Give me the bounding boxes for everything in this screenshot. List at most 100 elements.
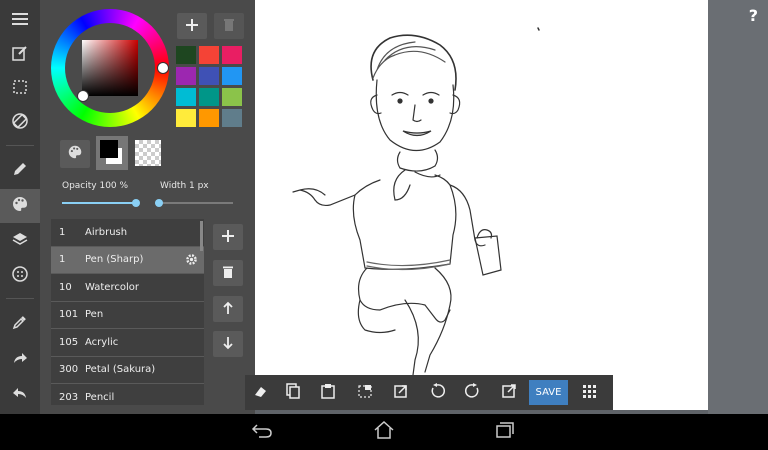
saturation-value-square[interactable] xyxy=(82,40,138,96)
app-window: Opacity 100 % Width 1 px 1 Airbrush 1 Pen (… xyxy=(0,0,768,414)
rotate-right-icon xyxy=(465,383,481,403)
transparent-color-button[interactable] xyxy=(135,140,161,166)
color-knob[interactable] xyxy=(77,90,89,102)
color-palette-button[interactable] xyxy=(60,140,90,168)
pen-tool-button[interactable] xyxy=(0,154,40,188)
undo-button[interactable] xyxy=(0,377,40,411)
brush-name: Airbrush xyxy=(85,226,128,238)
width-slider-knob[interactable] xyxy=(155,199,163,207)
recent-apps-button[interactable] xyxy=(490,420,520,444)
deselect-button[interactable] xyxy=(353,381,377,405)
width-slider-track xyxy=(155,202,233,204)
opacity-slider[interactable] xyxy=(62,197,140,209)
home-button[interactable] xyxy=(369,420,399,444)
palette-tool-button[interactable] xyxy=(0,189,40,223)
grid-menu-button[interactable] xyxy=(578,381,602,405)
color-swatch[interactable] xyxy=(222,46,242,64)
color-swatch[interactable] xyxy=(199,67,219,85)
export-button[interactable] xyxy=(497,381,521,405)
color-swatch[interactable] xyxy=(176,88,196,106)
add-color-button[interactable] xyxy=(177,13,207,39)
undo-icon xyxy=(12,385,28,404)
save-button[interactable]: SAVE xyxy=(529,380,568,405)
brush-name: Pencil xyxy=(85,391,115,403)
add-brush-button[interactable] xyxy=(213,224,243,250)
color-swatch[interactable] xyxy=(176,46,196,64)
transform-button[interactable] xyxy=(0,106,40,140)
back-button[interactable] xyxy=(247,420,277,444)
copy-icon xyxy=(285,383,301,403)
width-slider[interactable] xyxy=(155,197,235,209)
brush-size: 10 xyxy=(59,281,72,293)
brush-list-item[interactable]: 1 Airbrush xyxy=(51,219,204,247)
transfer-button[interactable] xyxy=(389,381,413,405)
brush-list-item[interactable]: 101 Pen xyxy=(51,301,204,329)
brush-size: 1 xyxy=(59,254,66,266)
move-brush-up-button[interactable] xyxy=(213,296,243,322)
new-canvas-button[interactable] xyxy=(0,38,40,72)
redo-icon xyxy=(12,350,28,369)
layers-icon xyxy=(12,231,28,251)
help-button[interactable]: ? xyxy=(749,6,758,25)
material-button[interactable] xyxy=(0,259,40,293)
brush-size: 1 xyxy=(59,226,66,238)
brush-name: Acrylic xyxy=(85,336,119,348)
selection-button[interactable] xyxy=(0,72,40,106)
brush-list-item[interactable]: 300 Petal (Sakura) xyxy=(51,356,204,384)
transfer-icon xyxy=(393,383,409,403)
brush-list-item[interactable]: 105 Acrylic xyxy=(51,329,204,357)
color-swatch[interactable] xyxy=(199,88,219,106)
drawing-canvas[interactable] xyxy=(255,0,708,410)
paste-button[interactable] xyxy=(316,381,340,405)
rotate-left-button[interactable] xyxy=(425,381,449,405)
color-swatch[interactable] xyxy=(222,109,242,127)
color-swatch[interactable] xyxy=(222,88,242,106)
gear-icon[interactable] xyxy=(185,253,198,266)
brush-name: Petal (Sakura) xyxy=(85,364,156,376)
width-label: Width 1 px xyxy=(160,181,209,191)
brush-list-item[interactable]: 203 Pencil xyxy=(51,384,204,405)
rotate-right-button[interactable] xyxy=(461,381,485,405)
color-swatch[interactable] xyxy=(199,46,219,64)
plus-icon xyxy=(221,228,235,247)
plus-icon xyxy=(185,17,199,36)
trash-icon xyxy=(223,17,235,36)
copy-button[interactable] xyxy=(281,381,305,405)
brush-size: 300 xyxy=(59,364,79,376)
move-brush-down-button[interactable] xyxy=(213,331,243,357)
redo-button[interactable] xyxy=(0,342,40,376)
eraser-button[interactable] xyxy=(248,381,272,405)
brush-list[interactable]: 1 Airbrush 1 Pen (Sharp) 10 Watercolor 101 Pen 1… xyxy=(51,219,204,405)
left-toolbar xyxy=(0,0,40,414)
brush-name: Watercolor xyxy=(85,281,139,293)
palette-icon xyxy=(67,144,83,164)
eyedropper-button[interactable] xyxy=(0,307,40,341)
rotate-left-icon xyxy=(429,383,445,403)
brush-size: 101 xyxy=(59,309,79,321)
color-swatch[interactable] xyxy=(199,109,219,127)
color-swatch[interactable] xyxy=(176,109,196,127)
menu-icon xyxy=(12,11,28,30)
right-panel: ? xyxy=(708,0,768,414)
color-swatch[interactable] xyxy=(222,67,242,85)
color-swatch[interactable] xyxy=(176,67,196,85)
color-wheel[interactable] xyxy=(51,9,169,127)
opacity-slider-knob[interactable] xyxy=(132,199,140,207)
brush-list-item[interactable]: 10 Watercolor xyxy=(51,274,204,302)
brush-list-item[interactable]: 1 Pen (Sharp) xyxy=(51,246,204,274)
brush-list-scrollbar[interactable] xyxy=(200,221,203,251)
brush-name: Pen (Sharp) xyxy=(85,254,144,266)
arrow-up-icon xyxy=(223,300,233,319)
opacity-slider-track xyxy=(62,202,136,204)
hue-knob[interactable] xyxy=(157,62,169,74)
delete-brush-button[interactable] xyxy=(213,260,243,286)
selection-icon xyxy=(12,79,28,99)
delete-color-button[interactable] xyxy=(214,13,244,39)
brush-name: Pen xyxy=(85,309,104,321)
eraser-icon xyxy=(252,383,268,403)
brush-size: 105 xyxy=(59,336,79,348)
layers-button[interactable] xyxy=(0,224,40,258)
toolbar-divider xyxy=(6,145,34,146)
menu-button[interactable] xyxy=(0,3,40,37)
current-color-button[interactable] xyxy=(96,136,128,170)
